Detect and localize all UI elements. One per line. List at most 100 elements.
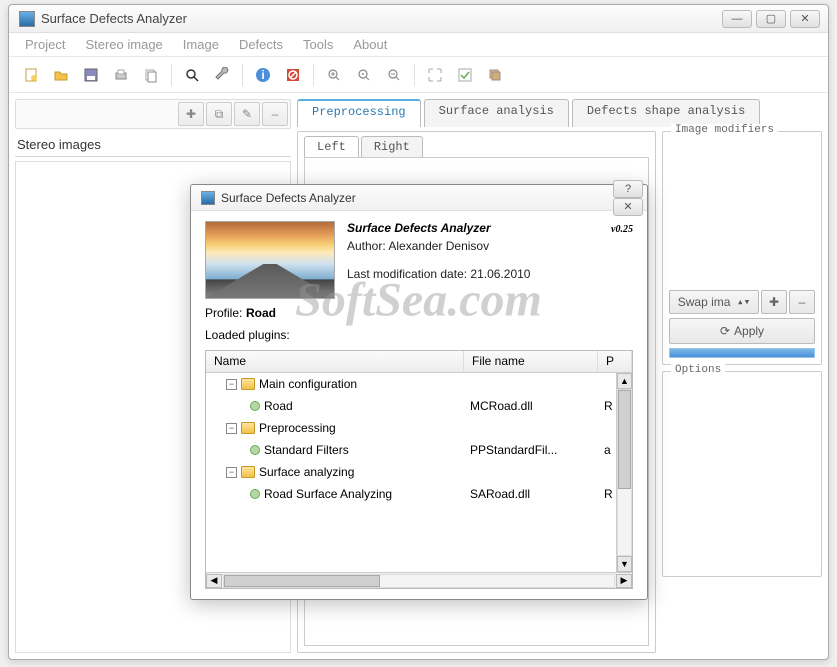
- scroll-down-icon[interactable]: ▼: [617, 556, 632, 572]
- layers-icon[interactable]: [481, 61, 509, 89]
- road-image: [205, 221, 335, 299]
- wrench-icon[interactable]: [208, 61, 236, 89]
- plugin-name: Road: [264, 399, 293, 413]
- vertical-scrollbar[interactable]: ▲ ▼: [616, 373, 632, 572]
- scroll-left-icon[interactable]: ◀: [206, 574, 222, 588]
- cell-name: − Surface analyzing: [206, 465, 464, 479]
- menu-defects[interactable]: Defects: [231, 35, 291, 54]
- swap-row: Swap ima ▴▾ ✚ –: [669, 290, 815, 314]
- scroll-track[interactable]: [223, 574, 615, 588]
- moddate-value: 21.06.2010: [470, 267, 530, 281]
- add-icon[interactable]: ✚: [178, 102, 204, 126]
- folder-icon: [241, 422, 255, 434]
- dialog-header-row: Surface Defects Analyzer v0.25 Author: A…: [205, 221, 633, 299]
- window-title: Surface Defects Analyzer: [41, 11, 722, 26]
- menu-tools[interactable]: Tools: [295, 35, 341, 54]
- close-button[interactable]: ✕: [790, 10, 820, 28]
- tree-group-row[interactable]: − Surface analyzing: [206, 461, 632, 483]
- scroll-thumb[interactable]: [224, 575, 380, 587]
- table-body: − Main configuration RoadMCRoad.dllR − Pr…: [206, 373, 632, 572]
- group-name: Main configuration: [259, 377, 357, 391]
- duplicate-icon[interactable]: ⧉: [206, 102, 232, 126]
- tree-toggle-icon[interactable]: −: [226, 379, 237, 390]
- scroll-track[interactable]: [617, 389, 632, 556]
- magnifier-icon[interactable]: [178, 61, 206, 89]
- new-file-icon[interactable]: [17, 61, 45, 89]
- toolbar-separator: [313, 64, 314, 86]
- author-label: Author:: [347, 239, 386, 253]
- expand-icon[interactable]: [421, 61, 449, 89]
- col-p[interactable]: P: [598, 351, 632, 372]
- tab-defects-shape[interactable]: Defects shape analysis: [572, 99, 760, 127]
- print-icon[interactable]: [107, 61, 135, 89]
- main-tabs: Preprocessing Surface analysis Defects s…: [297, 99, 822, 127]
- refresh-icon: ⟳: [720, 324, 730, 338]
- cell-name: − Preprocessing: [206, 421, 464, 435]
- group-name: Surface analyzing: [259, 465, 354, 479]
- tab-surface-analysis[interactable]: Surface analysis: [424, 99, 569, 127]
- check-box-icon[interactable]: [451, 61, 479, 89]
- tree-group-row[interactable]: − Preprocessing: [206, 417, 632, 439]
- side-column: Image modifiers Swap ima ▴▾ ✚ – ⟳ Apply: [662, 131, 822, 653]
- menu-project[interactable]: Project: [17, 35, 73, 54]
- menu-image[interactable]: Image: [175, 35, 227, 54]
- profile-value: Road: [246, 306, 276, 320]
- col-name[interactable]: Name: [206, 351, 464, 372]
- cell-name: Road Surface Analyzing: [206, 487, 464, 501]
- menu-stereo-image[interactable]: Stereo image: [77, 35, 170, 54]
- options-body: [669, 380, 815, 570]
- window-controls: — ▢ ✕: [722, 10, 820, 28]
- tab-preprocessing[interactable]: Preprocessing: [297, 99, 421, 127]
- dialog-titlebar: Surface Defects Analyzer ? ✕: [191, 185, 647, 211]
- cell-file: PPStandardFil...: [464, 443, 598, 457]
- scroll-thumb[interactable]: [618, 390, 631, 489]
- copy-icon[interactable]: [137, 61, 165, 89]
- menu-about[interactable]: About: [345, 35, 395, 54]
- tab-right[interactable]: Right: [361, 136, 423, 157]
- plugin-icon: [250, 489, 260, 499]
- stop-icon[interactable]: [279, 61, 307, 89]
- author-line: Author: Alexander Denisov: [347, 239, 633, 253]
- horizontal-scrollbar[interactable]: ◀ ▶: [206, 572, 632, 588]
- modifier-add-icon[interactable]: ✚: [761, 290, 787, 314]
- toolbar-separator: [242, 64, 243, 86]
- tree-leaf-row[interactable]: Road Surface AnalyzingSARoad.dllR: [206, 483, 632, 505]
- edit-icon[interactable]: ✎: [234, 102, 260, 126]
- tree-group-row[interactable]: − Main configuration: [206, 373, 632, 395]
- zoom-reset-icon[interactable]: [350, 61, 378, 89]
- scroll-up-icon[interactable]: ▲: [617, 373, 632, 389]
- menubar: Project Stereo image Image Defects Tools…: [9, 33, 828, 57]
- save-icon[interactable]: [77, 61, 105, 89]
- profile-line: Profile: Road: [205, 305, 633, 320]
- folder-icon: [241, 378, 255, 390]
- modifier-remove-icon[interactable]: –: [789, 290, 815, 314]
- zoom-in-icon[interactable]: [320, 61, 348, 89]
- tree-leaf-row[interactable]: Standard FiltersPPStandardFil...a: [206, 439, 632, 461]
- app-name-label: Surface Defects Analyzer v0.25: [347, 221, 633, 235]
- tree-toggle-icon[interactable]: −: [226, 423, 237, 434]
- progress-bar: [669, 348, 815, 358]
- moddate-label: Last modification date:: [347, 267, 467, 281]
- zoom-out-icon[interactable]: [380, 61, 408, 89]
- about-dialog: Surface Defects Analyzer ? ✕ Surface Def…: [190, 184, 648, 600]
- scroll-right-icon[interactable]: ▶: [616, 574, 632, 588]
- toolbar-separator: [171, 64, 172, 86]
- info-icon[interactable]: i: [249, 61, 277, 89]
- help-button[interactable]: ?: [613, 180, 643, 198]
- modifiers-list[interactable]: [669, 140, 815, 290]
- swap-images-button[interactable]: Swap ima ▴▾: [669, 290, 759, 314]
- options-legend: Options: [671, 364, 725, 376]
- minimize-button[interactable]: —: [722, 10, 752, 28]
- open-folder-icon[interactable]: [47, 61, 75, 89]
- tab-left[interactable]: Left: [304, 136, 359, 157]
- col-file[interactable]: File name: [464, 351, 598, 372]
- plugin-name: Road Surface Analyzing: [264, 487, 392, 501]
- remove-icon[interactable]: –: [262, 102, 288, 126]
- stereo-images-label: Stereo images: [15, 133, 291, 157]
- tree-toggle-icon[interactable]: −: [226, 467, 237, 478]
- maximize-button[interactable]: ▢: [756, 10, 786, 28]
- toolbar-separator: [414, 64, 415, 86]
- apply-button[interactable]: ⟳ Apply: [669, 318, 815, 344]
- image-modifiers-group: Image modifiers Swap ima ▴▾ ✚ – ⟳ Apply: [662, 131, 822, 365]
- tree-leaf-row[interactable]: RoadMCRoad.dllR: [206, 395, 632, 417]
